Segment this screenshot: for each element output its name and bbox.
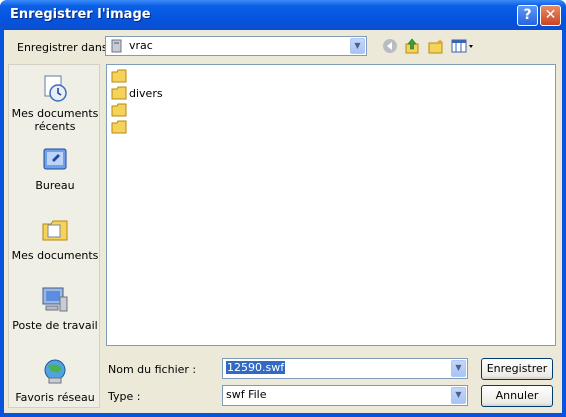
save-in-label: Enregistrer dans :: [17, 41, 115, 54]
place-desktop[interactable]: Bureau: [9, 145, 101, 192]
folder-icon: [111, 103, 127, 117]
filename-value: 12590.swf: [226, 361, 286, 374]
place-label-line2: récents: [34, 120, 76, 133]
close-button[interactable]: ✕: [540, 5, 561, 26]
save-in-dropdown[interactable]: vrac ▼: [105, 36, 367, 56]
chevron-down-icon[interactable]: ▼: [350, 38, 365, 54]
place-label: Bureau: [35, 179, 75, 192]
my-computer-icon: [42, 287, 68, 312]
file-list[interactable]: divers: [106, 64, 556, 346]
cancel-button[interactable]: Annuler: [481, 385, 553, 407]
save-in-value: vrac: [129, 39, 153, 52]
help-button[interactable]: ?: [517, 5, 538, 26]
desktop-icon: [43, 148, 67, 170]
place-network-places[interactable]: Favoris réseau: [9, 357, 101, 404]
back-button[interactable]: [380, 38, 400, 56]
folder-icon: [111, 69, 127, 83]
place-my-documents[interactable]: Mes documents: [9, 215, 101, 262]
new-folder-button[interactable]: [426, 38, 446, 56]
up-folder-button[interactable]: [402, 38, 422, 56]
view-menu-icon: [451, 39, 473, 53]
drive-icon: [111, 39, 122, 53]
place-recent-documents[interactable]: Mes documents récents: [9, 73, 101, 133]
place-label: Mes documents: [11, 107, 99, 120]
folder-icon: [111, 120, 127, 134]
filename-label: Nom du fichier :: [108, 363, 197, 376]
back-icon: [383, 39, 397, 53]
network-places-icon: [44, 359, 66, 384]
my-documents-icon: [42, 220, 68, 241]
places-bar: Mes documents récents Bureau Mes documen…: [8, 64, 100, 408]
new-folder-icon: [428, 39, 443, 54]
chevron-down-icon[interactable]: ▼: [451, 360, 466, 377]
folder-icon: [111, 86, 127, 100]
place-my-computer[interactable]: Poste de travail: [9, 285, 101, 332]
chevron-down-icon[interactable]: ▼: [451, 387, 466, 404]
recent-documents-icon: [44, 75, 67, 102]
dialog-body: Enregistrer dans : vrac ▼ Mes documents …: [4, 30, 562, 413]
up-folder-icon: [405, 38, 419, 54]
window-title: Enregistrer l'image: [10, 7, 151, 22]
place-label: Favoris réseau: [15, 391, 95, 404]
type-dropdown[interactable]: swf File ▼: [222, 385, 468, 406]
place-label: Mes documents: [11, 249, 99, 262]
filename-input[interactable]: 12590.swf ▼: [222, 358, 468, 379]
save-image-dialog: Enregistrer l'image ? ✕ Enregistrer dans…: [0, 0, 566, 417]
file-name: divers: [129, 87, 163, 100]
title-bar[interactable]: Enregistrer l'image ? ✕: [0, 0, 566, 30]
type-value: swf File: [226, 388, 267, 401]
place-label: Poste de travail: [12, 319, 98, 332]
type-label: Type :: [108, 390, 141, 403]
save-button[interactable]: Enregistrer: [481, 358, 553, 380]
view-menu-button[interactable]: [450, 38, 476, 56]
